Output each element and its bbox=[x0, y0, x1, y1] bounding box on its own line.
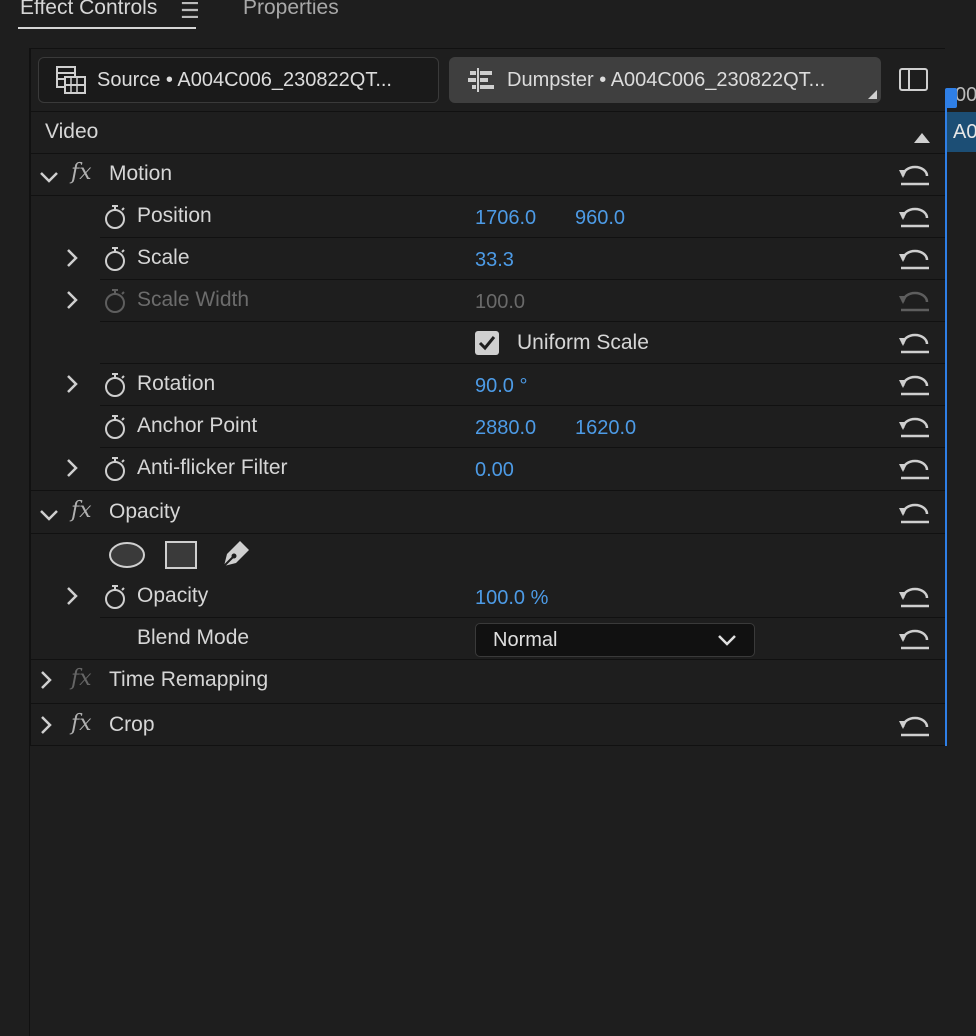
effect-name: Opacity bbox=[109, 500, 181, 523]
effect-row-time-remapping[interactable]: fx Time Remapping bbox=[31, 660, 943, 702]
property-row-anchor-point: Anchor Point 2880.0 1620.0 bbox=[31, 406, 943, 448]
property-label: Anti-flicker Filter bbox=[137, 456, 288, 479]
stopwatch-icon[interactable] bbox=[103, 584, 127, 616]
effect-name: Time Remapping bbox=[109, 668, 269, 691]
property-row-opacity: Opacity 100.0 % bbox=[31, 576, 943, 618]
anchor-y-value[interactable]: 1620.0 bbox=[575, 417, 636, 440]
chevron-down-icon[interactable] bbox=[39, 504, 59, 528]
reset-icon[interactable] bbox=[897, 162, 933, 188]
stopwatch-icon[interactable] bbox=[103, 246, 127, 278]
effect-row-crop[interactable]: fx Crop bbox=[31, 705, 943, 747]
property-row-position: Position 1706.0 960.0 bbox=[31, 196, 943, 238]
uniform-scale-label: Uniform Scale bbox=[517, 331, 649, 354]
source-clip-button[interactable]: Source • A004C006_230822QT... bbox=[38, 57, 439, 103]
reset-icon[interactable] bbox=[897, 500, 933, 526]
chevron-down-icon[interactable] bbox=[39, 166, 59, 190]
divider bbox=[31, 490, 945, 491]
property-row-scale-width: Scale Width 100.0 bbox=[31, 280, 943, 322]
uniform-scale-checkbox[interactable] bbox=[475, 331, 499, 355]
anti-flicker-value[interactable]: 0.00 bbox=[475, 459, 514, 482]
video-section-label: Video bbox=[45, 120, 99, 143]
reset-icon[interactable] bbox=[897, 204, 933, 230]
reset-icon bbox=[897, 288, 933, 314]
stopwatch-icon[interactable] bbox=[103, 456, 127, 488]
stopwatch-icon[interactable] bbox=[103, 372, 127, 404]
property-label: Scale bbox=[137, 246, 190, 269]
scale-width-value: 100.0 bbox=[475, 291, 526, 313]
chevron-right-icon[interactable] bbox=[39, 670, 53, 696]
effect-row-opacity[interactable]: fx Opacity bbox=[31, 492, 943, 534]
property-label: Anchor Point bbox=[137, 414, 258, 437]
rectangle-mask-icon[interactable] bbox=[165, 541, 197, 575]
property-label: Scale Width bbox=[137, 288, 250, 311]
source-clip-icon bbox=[51, 65, 91, 95]
rotation-value[interactable]: 90.0 ° bbox=[475, 375, 527, 398]
reset-icon[interactable] bbox=[897, 330, 933, 356]
reset-icon[interactable] bbox=[897, 372, 933, 398]
effect-timeline[interactable] bbox=[945, 48, 976, 1036]
sequence-icon bbox=[461, 65, 501, 95]
collapse-up-icon[interactable] bbox=[913, 126, 931, 150]
chevron-right-icon[interactable] bbox=[39, 715, 53, 741]
reset-icon[interactable] bbox=[897, 584, 933, 610]
reset-icon[interactable] bbox=[897, 713, 933, 739]
chevron-down-icon bbox=[716, 630, 738, 650]
dropdown-corner-icon bbox=[868, 90, 877, 99]
reset-icon[interactable] bbox=[897, 456, 933, 482]
property-row-scale: Scale 33.3 bbox=[31, 238, 943, 280]
divider bbox=[31, 745, 945, 746]
playhead-line[interactable] bbox=[945, 100, 947, 746]
chevron-right-icon[interactable] bbox=[65, 290, 79, 316]
fx-badge-icon[interactable]: fx bbox=[71, 711, 92, 736]
property-label: Opacity bbox=[137, 584, 209, 607]
scale-value[interactable]: 33.3 bbox=[475, 249, 514, 272]
property-row-anti-flicker: Anti-flicker Filter 0.00 bbox=[31, 448, 943, 490]
playhead-handle[interactable] bbox=[945, 88, 957, 108]
chevron-right-icon[interactable] bbox=[65, 248, 79, 274]
active-tab-underline bbox=[18, 27, 196, 29]
source-clip-label: Source • A004C006_230822QT... bbox=[97, 68, 392, 91]
fx-badge-icon[interactable]: fx bbox=[71, 160, 92, 185]
sequence-clip-label: Dumpster • A004C006_230822QT... bbox=[507, 68, 826, 91]
timeline-timecode: 00 bbox=[955, 84, 976, 106]
opacity-value[interactable]: 100.0 % bbox=[475, 587, 548, 610]
chevron-right-icon[interactable] bbox=[65, 374, 79, 400]
tab-effect-controls[interactable]: Effect Controls bbox=[20, 0, 157, 20]
property-label: Blend Mode bbox=[137, 626, 250, 649]
pen-mask-icon[interactable] bbox=[218, 538, 252, 578]
chevron-right-icon[interactable] bbox=[65, 458, 79, 484]
property-label: Position bbox=[137, 204, 212, 227]
effect-name: Motion bbox=[109, 162, 173, 185]
video-section-header: Video bbox=[31, 112, 943, 154]
effect-row-motion[interactable]: fx Motion bbox=[31, 154, 943, 196]
stopwatch-icon[interactable] bbox=[103, 204, 127, 236]
stopwatch-icon bbox=[103, 288, 127, 320]
effect-name: Crop bbox=[109, 713, 155, 736]
fx-badge-icon[interactable]: fx bbox=[71, 498, 92, 523]
position-x-value[interactable]: 1706.0 bbox=[475, 207, 536, 230]
anchor-x-value[interactable]: 2880.0 bbox=[475, 417, 536, 440]
sequence-clip-dropdown[interactable]: Dumpster • A004C006_230822QT... bbox=[449, 57, 881, 103]
fx-badge-icon: fx bbox=[71, 666, 92, 691]
blend-mode-select[interactable]: Normal bbox=[475, 623, 755, 657]
position-y-value[interactable]: 960.0 bbox=[575, 207, 625, 230]
blend-mode-selected: Normal bbox=[493, 629, 558, 651]
chevron-right-icon[interactable] bbox=[65, 586, 79, 612]
reset-icon[interactable] bbox=[897, 414, 933, 440]
reset-icon[interactable] bbox=[897, 626, 933, 652]
stopwatch-icon[interactable] bbox=[103, 414, 127, 446]
divider bbox=[31, 703, 945, 704]
property-label: Rotation bbox=[137, 372, 216, 395]
reset-icon[interactable] bbox=[897, 246, 933, 272]
timeline-clip-bar[interactable]: A0 bbox=[947, 112, 976, 152]
ellipse-mask-icon[interactable] bbox=[108, 541, 146, 575]
divider bbox=[31, 533, 945, 534]
property-row-rotation: Rotation 90.0 ° bbox=[31, 364, 943, 406]
toggle-timeline-view-icon[interactable] bbox=[899, 68, 928, 91]
panel-menu-icon[interactable]: ☰ bbox=[180, 0, 200, 24]
tab-properties[interactable]: Properties bbox=[243, 0, 339, 20]
